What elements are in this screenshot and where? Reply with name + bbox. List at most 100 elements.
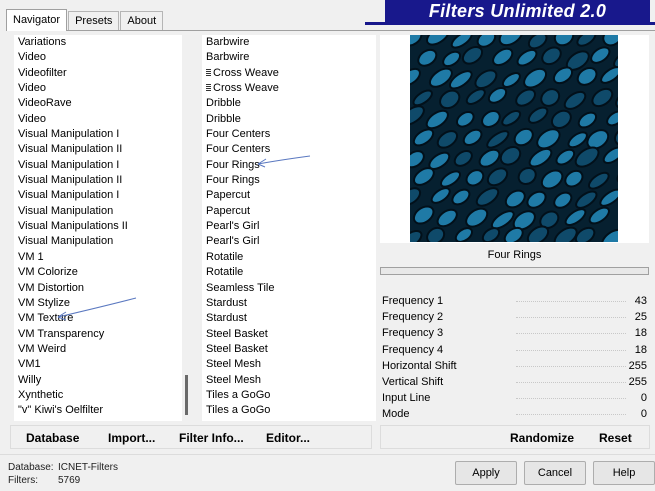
filter-item[interactable]: Cross Weave bbox=[202, 81, 376, 96]
param-row[interactable]: Input Line 0 bbox=[380, 390, 649, 406]
editor-button[interactable]: Editor... bbox=[266, 431, 310, 445]
filter-item[interactable]: Dribble bbox=[202, 112, 376, 127]
param-slider-track[interactable] bbox=[516, 381, 626, 383]
filter-item-label: Steel Mesh bbox=[206, 373, 262, 386]
filter-item[interactable]: Papercut bbox=[202, 204, 376, 219]
filter-item-label: Steel Basket bbox=[206, 342, 268, 355]
filter-item[interactable]: Pearl's Girl bbox=[202, 219, 376, 234]
category-item[interactable]: Visual Manipulation bbox=[14, 234, 182, 249]
category-scrollbar[interactable] bbox=[182, 35, 194, 421]
category-list[interactable]: Variations Video Videofilter Video VideoRave… bbox=[14, 35, 182, 421]
filter-item[interactable]: Four Centers bbox=[202, 127, 376, 142]
param-row[interactable]: Frequency 3 18 bbox=[380, 325, 649, 341]
category-item[interactable]: Visual Manipulation bbox=[14, 204, 182, 219]
category-item[interactable]: Variations bbox=[14, 35, 182, 50]
filter-info-button[interactable]: Filter Info... bbox=[179, 431, 244, 445]
filter-item[interactable]: Rotatile bbox=[202, 250, 376, 265]
param-slider-track[interactable] bbox=[516, 414, 626, 416]
param-slider-track[interactable] bbox=[516, 349, 626, 351]
param-label: Frequency 4 bbox=[382, 343, 444, 356]
param-row[interactable]: Frequency 1 43 bbox=[380, 293, 649, 309]
filter-item[interactable]: Stardust bbox=[202, 311, 376, 326]
filter-item-label: Seamless Tile bbox=[206, 281, 275, 294]
filter-item[interactable]: Four Centers bbox=[202, 142, 376, 157]
param-label: Frequency 3 bbox=[382, 327, 444, 340]
filter-item[interactable]: Four Rings bbox=[202, 173, 376, 188]
filter-item[interactable]: Dribble bbox=[202, 96, 376, 111]
filter-item[interactable]: Four Rings bbox=[202, 158, 376, 173]
filter-item[interactable]: Papercut bbox=[202, 188, 376, 203]
category-item[interactable]: VM Colorize bbox=[14, 265, 182, 280]
filter-item[interactable]: Steel Basket bbox=[202, 327, 376, 342]
category-item[interactable]: Xynthetic bbox=[14, 388, 182, 403]
param-slider-track[interactable] bbox=[516, 365, 626, 367]
filter-item[interactable]: Barbwire bbox=[202, 35, 376, 50]
filter-item[interactable]: Steel Mesh bbox=[202, 357, 376, 372]
reset-button[interactable]: Reset bbox=[599, 431, 632, 445]
filter-item[interactable]: Barbwire bbox=[202, 50, 376, 65]
category-item[interactable]: Video bbox=[14, 112, 182, 127]
filter-item[interactable]: Steel Basket bbox=[202, 342, 376, 357]
apply-button[interactable]: Apply bbox=[455, 461, 517, 485]
filter-item[interactable]: Cross Weave bbox=[202, 66, 376, 81]
category-item[interactable]: VM Distortion bbox=[14, 281, 182, 296]
category-item[interactable]: "v" Kiwi's Oelfilter bbox=[14, 403, 182, 418]
filter-item-label: Rotatile bbox=[206, 250, 244, 263]
tab-presets[interactable]: Presets bbox=[68, 11, 120, 30]
cancel-button[interactable]: Cancel bbox=[524, 461, 586, 485]
tab-navigator[interactable]: Navigator bbox=[6, 9, 68, 31]
filter-item-label: Pearl's Girl bbox=[206, 235, 260, 248]
category-item[interactable]: Visual Manipulation II bbox=[14, 173, 182, 188]
param-label: Frequency 1 bbox=[382, 295, 444, 307]
filter-list[interactable]: Barbwire Barbwire Cross Weave Cross Weave Dr… bbox=[202, 35, 376, 421]
filter-item[interactable]: Seamless Tile bbox=[202, 281, 376, 296]
filter-item[interactable]: Tiles a GoGo bbox=[202, 388, 376, 403]
filter-item[interactable]: Steel Mesh bbox=[202, 373, 376, 388]
category-item[interactable]: Visual Manipulation I bbox=[14, 127, 182, 142]
param-row[interactable]: Horizontal Shift 255 bbox=[380, 358, 649, 374]
filter-item[interactable]: Tiles a GoGo bbox=[202, 403, 376, 418]
import-button[interactable]: Import... bbox=[108, 431, 155, 445]
category-item[interactable]: VM Transparency bbox=[14, 327, 182, 342]
param-label: Frequency 2 bbox=[382, 311, 444, 324]
category-item[interactable]: VM Texture bbox=[14, 311, 182, 326]
preview-image bbox=[410, 35, 618, 242]
tab-about[interactable]: About bbox=[120, 11, 164, 30]
category-item[interactable]: Videofilter bbox=[14, 66, 182, 81]
category-item[interactable]: Video bbox=[14, 50, 182, 65]
randomize-button[interactable]: Randomize bbox=[510, 431, 574, 445]
filter-item-label: Cross Weave bbox=[213, 66, 279, 79]
help-button[interactable]: Help bbox=[593, 461, 655, 485]
param-value: 25 bbox=[634, 311, 647, 324]
filter-item-label: Pearl's Girl bbox=[206, 220, 260, 233]
category-item[interactable]: VideoRave bbox=[14, 96, 182, 111]
filter-item[interactable]: Stardust bbox=[202, 296, 376, 311]
category-item[interactable]: VM Stylize bbox=[14, 296, 182, 311]
param-slider-track[interactable] bbox=[516, 398, 626, 400]
param-slider-track[interactable] bbox=[516, 317, 626, 319]
category-item[interactable]: Visual Manipulation II bbox=[14, 142, 182, 157]
filter-item[interactable]: Pearl's Girl bbox=[202, 234, 376, 249]
param-value: 255 bbox=[628, 359, 647, 372]
param-row[interactable]: Frequency 2 25 bbox=[380, 309, 649, 325]
category-item[interactable]: VM 1 bbox=[14, 250, 182, 265]
category-item[interactable]: Visual Manipulation I bbox=[14, 158, 182, 173]
database-value: ICNET-Filters bbox=[58, 462, 118, 473]
category-item[interactable]: VM1 bbox=[14, 357, 182, 372]
param-row[interactable]: Mode 0 bbox=[380, 406, 649, 422]
param-value: 255 bbox=[628, 375, 647, 388]
param-row[interactable]: Frequency 4 18 bbox=[380, 342, 649, 358]
filter-item[interactable]: Rotatile bbox=[202, 265, 376, 280]
category-item[interactable]: Willy bbox=[14, 373, 182, 388]
param-slider-track[interactable] bbox=[516, 301, 626, 302]
category-item[interactable]: Visual Manipulations II bbox=[14, 219, 182, 234]
category-item[interactable]: Visual Manipulation I bbox=[14, 188, 182, 203]
category-item[interactable]: VM Weird bbox=[14, 342, 182, 357]
param-row[interactable]: Vertical Shift 255 bbox=[380, 374, 649, 390]
category-scrollbar-thumb[interactable] bbox=[185, 375, 188, 415]
filter-item-label: Rotatile bbox=[206, 266, 244, 279]
category-item[interactable]: Video bbox=[14, 81, 182, 96]
param-slider-track[interactable] bbox=[516, 333, 626, 335]
database-button[interactable]: Database bbox=[26, 431, 79, 445]
filters-label: Filters: bbox=[8, 475, 38, 486]
